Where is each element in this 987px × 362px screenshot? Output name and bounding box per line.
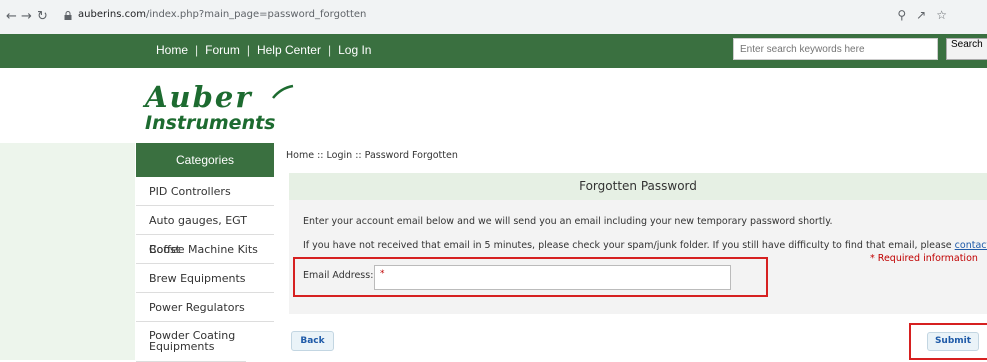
- search-button[interactable]: Search: [946, 38, 987, 60]
- category-auto-gauges[interactable]: Auto gauges, EGT Boost: [136, 206, 274, 256]
- top-nav: Home | Forum | Help Center | Log In: [156, 43, 371, 57]
- nav-separator: |: [195, 43, 199, 57]
- nav-separator: |: [246, 43, 250, 57]
- back-button[interactable]: Back: [291, 331, 334, 351]
- share-icon[interactable]: ↗: [916, 8, 936, 22]
- form-intro-text: Enter your account email below and we wi…: [303, 216, 833, 227]
- nav-log-in[interactable]: Log In: [338, 43, 371, 57]
- forward-arrow-icon[interactable]: →: [21, 9, 32, 24]
- logo-swoosh-icon: [272, 84, 294, 99]
- breadcrumb-login[interactable]: Login: [327, 150, 353, 161]
- category-brew-equipments[interactable]: Brew Equipments: [136, 264, 274, 293]
- category-coffee-machine-kits[interactable]: Coffee Machine Kits: [136, 235, 274, 264]
- email-highlight-box: [293, 257, 768, 297]
- contact-us-link[interactable]: contact us: [955, 240, 987, 251]
- category-pid-controllers[interactable]: PID Controllers: [136, 177, 274, 206]
- category-powder-coating[interactable]: Powder Coating Equipments: [136, 322, 246, 362]
- submit-highlight-box: [909, 323, 987, 360]
- nav-help-center[interactable]: Help Center: [257, 43, 321, 57]
- form-title: Forgotten Password: [289, 173, 987, 200]
- nav-home[interactable]: Home: [156, 43, 188, 57]
- nav-separator: |: [327, 43, 332, 57]
- left-background: [0, 143, 135, 360]
- back-arrow-icon[interactable]: ←: [6, 9, 17, 24]
- form-help-text: If you have not received that email in 5…: [303, 240, 987, 251]
- url-text[interactable]: auberins.com/index.php?main_page=passwor…: [78, 9, 366, 20]
- lock-icon: [64, 11, 72, 20]
- breadcrumb-current: Password Forgotten: [364, 150, 458, 161]
- required-info-note: * Required information: [870, 253, 978, 264]
- star-icon[interactable]: ☆: [936, 8, 957, 22]
- breadcrumb-home[interactable]: Home: [286, 150, 314, 161]
- nav-forum[interactable]: Forum: [205, 43, 240, 57]
- category-power-regulators[interactable]: Power Regulators: [136, 293, 274, 322]
- categories-heading: Categories: [136, 143, 274, 177]
- zoom-icon[interactable]: ⚲: [897, 8, 916, 22]
- category-list: PID Controllers Auto gauges, EGT Boost C…: [136, 177, 274, 362]
- reload-icon[interactable]: ↻: [37, 9, 48, 24]
- browser-toolbar: ← → ↻ auberins.com/index.php?main_page=p…: [0, 0, 987, 34]
- search-input[interactable]: [733, 38, 938, 60]
- breadcrumb: Home :: Login :: Password Forgotten: [286, 150, 458, 161]
- address-bar-actions: ⚲↗☆: [897, 8, 957, 22]
